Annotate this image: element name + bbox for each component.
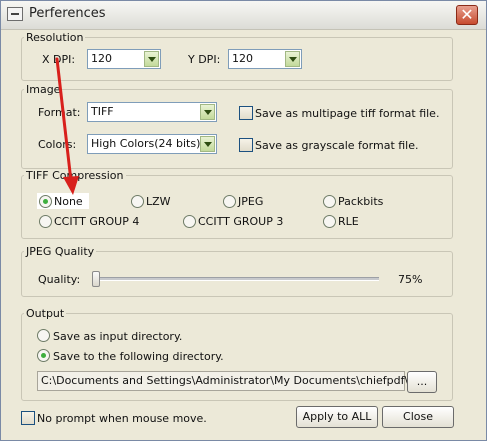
annotation-arrow-shaft xyxy=(55,57,73,183)
annotation-arrow xyxy=(55,57,79,195)
preferences-window: Perferences ✕ Resolution X DPI: 120 Y DP… xyxy=(0,0,487,441)
annotation-arrow-head xyxy=(63,176,79,195)
